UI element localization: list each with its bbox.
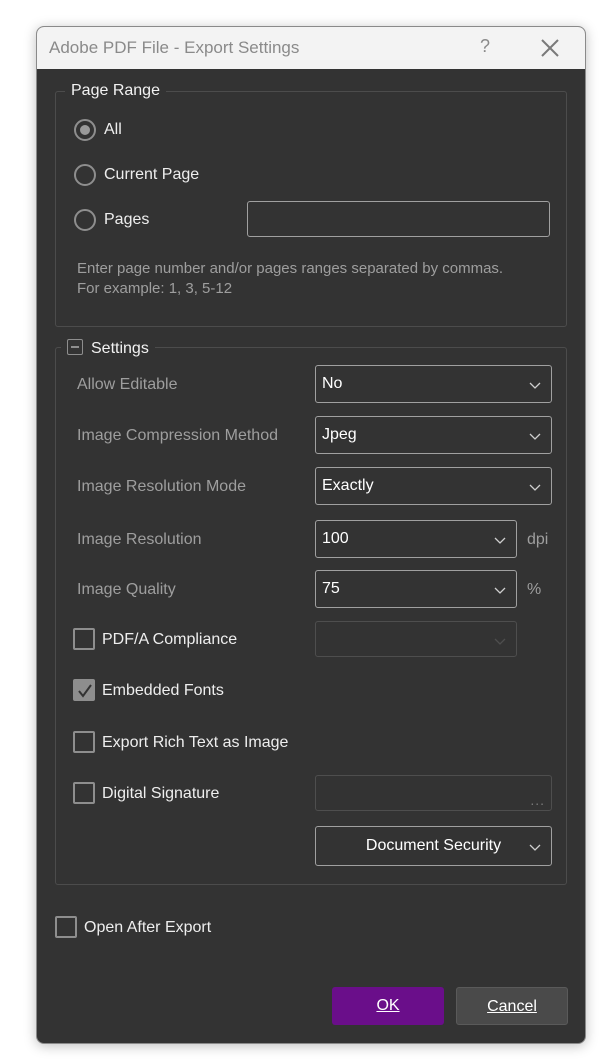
allow-editable-value: No — [322, 375, 343, 392]
radio-pages-label[interactable]: Pages — [104, 211, 149, 229]
chevron-down-icon — [529, 844, 541, 851]
embedded-fonts-checkbox[interactable] — [73, 679, 95, 701]
open-after-export-label[interactable]: Open After Export — [84, 919, 211, 937]
image-quality-dropdown[interactable]: 75 — [315, 570, 517, 608]
digital-signature-checkbox[interactable] — [73, 782, 95, 804]
allow-editable-label: Allow Editable — [77, 376, 178, 393]
radio-all-label[interactable]: All — [104, 121, 122, 139]
checkmark-icon — [78, 684, 92, 698]
close-icon — [541, 39, 559, 57]
document-security-label: Document Security — [365, 837, 502, 854]
browse-button: ... — [530, 792, 545, 808]
chevron-down-icon — [494, 587, 506, 594]
image-resolution-value: 100 — [322, 530, 349, 547]
page-range-label: Page Range — [65, 82, 166, 100]
radio-current-page[interactable] — [74, 164, 96, 186]
image-quality-value: 75 — [322, 580, 340, 597]
chevron-down-icon — [494, 638, 506, 645]
image-resolution-label: Image Resolution — [77, 531, 202, 548]
image-resolution-unit: dpi — [527, 531, 549, 548]
digital-signature-label[interactable]: Digital Signature — [102, 785, 219, 803]
window-title: Adobe PDF File - Export Settings — [49, 38, 300, 57]
ok-button[interactable]: OK — [332, 987, 444, 1025]
pdfa-compliance-label[interactable]: PDF/A Compliance — [102, 631, 237, 649]
document-security-button[interactable]: Document Security — [315, 826, 552, 866]
chevron-down-icon — [494, 537, 506, 544]
title-bar: Adobe PDF File - Export Settings ? — [37, 27, 585, 69]
digital-signature-field: ... — [315, 775, 552, 811]
image-quality-unit: % — [527, 581, 542, 598]
collapse-icon[interactable] — [67, 339, 83, 355]
page-range-hint: Enter page number and/or pages ranges se… — [77, 259, 503, 299]
image-quality-label: Image Quality — [77, 581, 176, 598]
pdfa-compliance-dropdown — [315, 621, 517, 657]
open-after-export-checkbox[interactable] — [55, 916, 77, 938]
image-resolution-mode-label: Image Resolution Mode — [77, 478, 246, 495]
radio-pages[interactable] — [74, 209, 96, 231]
image-compression-label: Image Compression Method — [77, 427, 278, 444]
radio-current-page-label[interactable]: Current Page — [104, 166, 199, 184]
pdfa-compliance-checkbox[interactable] — [73, 628, 95, 650]
export-rich-text-label[interactable]: Export Rich Text as Image — [102, 734, 288, 752]
pages-input[interactable] — [247, 201, 550, 237]
image-resolution-mode-dropdown[interactable]: Exactly — [315, 467, 552, 505]
close-button[interactable] — [537, 36, 563, 60]
chevron-down-icon — [529, 382, 541, 389]
image-compression-dropdown[interactable]: Jpeg — [315, 416, 552, 454]
hint-line-2: For example: 1, 3, 5-12 — [77, 280, 233, 297]
radio-all[interactable] — [74, 119, 96, 141]
image-compression-value: Jpeg — [322, 426, 357, 443]
cancel-button[interactable]: Cancel — [456, 987, 568, 1025]
export-settings-dialog: Adobe PDF File - Export Settings ? Page … — [36, 26, 586, 1044]
image-resolution-dropdown[interactable]: 100 — [315, 520, 517, 558]
allow-editable-dropdown[interactable]: No — [315, 365, 552, 403]
export-rich-text-checkbox[interactable] — [73, 731, 95, 753]
image-resolution-mode-value: Exactly — [322, 477, 374, 494]
help-button[interactable]: ? — [475, 36, 495, 60]
chevron-down-icon — [529, 433, 541, 440]
settings-label: Settings — [91, 340, 149, 357]
settings-group-header: Settings — [61, 339, 155, 358]
hint-line-1: Enter page number and/or pages ranges se… — [77, 260, 504, 277]
chevron-down-icon — [529, 484, 541, 491]
embedded-fonts-label[interactable]: Embedded Fonts — [102, 682, 224, 700]
